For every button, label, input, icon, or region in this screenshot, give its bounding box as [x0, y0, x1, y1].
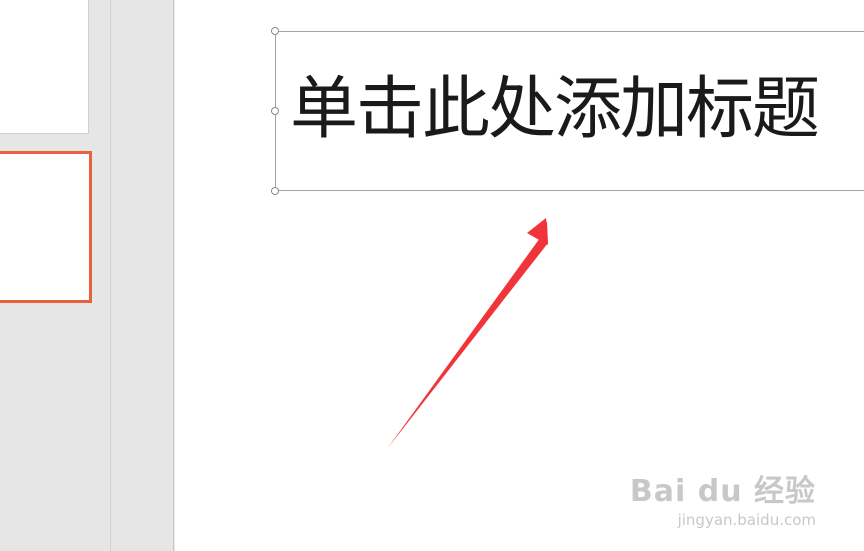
resize-handle-middle-left-icon[interactable] [271, 107, 279, 115]
red-arrow-shaft [387, 221, 548, 449]
resize-handle-top-left-icon[interactable] [271, 27, 279, 35]
slide-canvas[interactable]: 单击此处添加标题 Bai du 经验 jingyan.baidu.com [175, 0, 864, 551]
watermark-logo: Bai du 经验 [629, 474, 816, 509]
baidu-jingyan-watermark: Bai du 经验 jingyan.baidu.com [629, 474, 816, 530]
slide-thumbnail-1[interactable] [0, 0, 89, 134]
slide-thumbnail-pane[interactable] [0, 0, 110, 551]
pane-splitter[interactable] [110, 0, 174, 551]
title-placeholder-box[interactable]: 单击此处添加标题 [275, 31, 864, 191]
watermark-url: jingyan.baidu.com [677, 511, 816, 529]
slide-thumbnail-2-selected[interactable] [0, 151, 92, 303]
resize-handle-bottom-left-icon[interactable] [271, 187, 279, 195]
title-placeholder-text[interactable]: 单击此处添加标题 [290, 70, 820, 150]
red-arrow-head [527, 218, 548, 245]
presentation-editor: 单击此处添加标题 Bai du 经验 jingyan.baidu.com [0, 0, 864, 551]
